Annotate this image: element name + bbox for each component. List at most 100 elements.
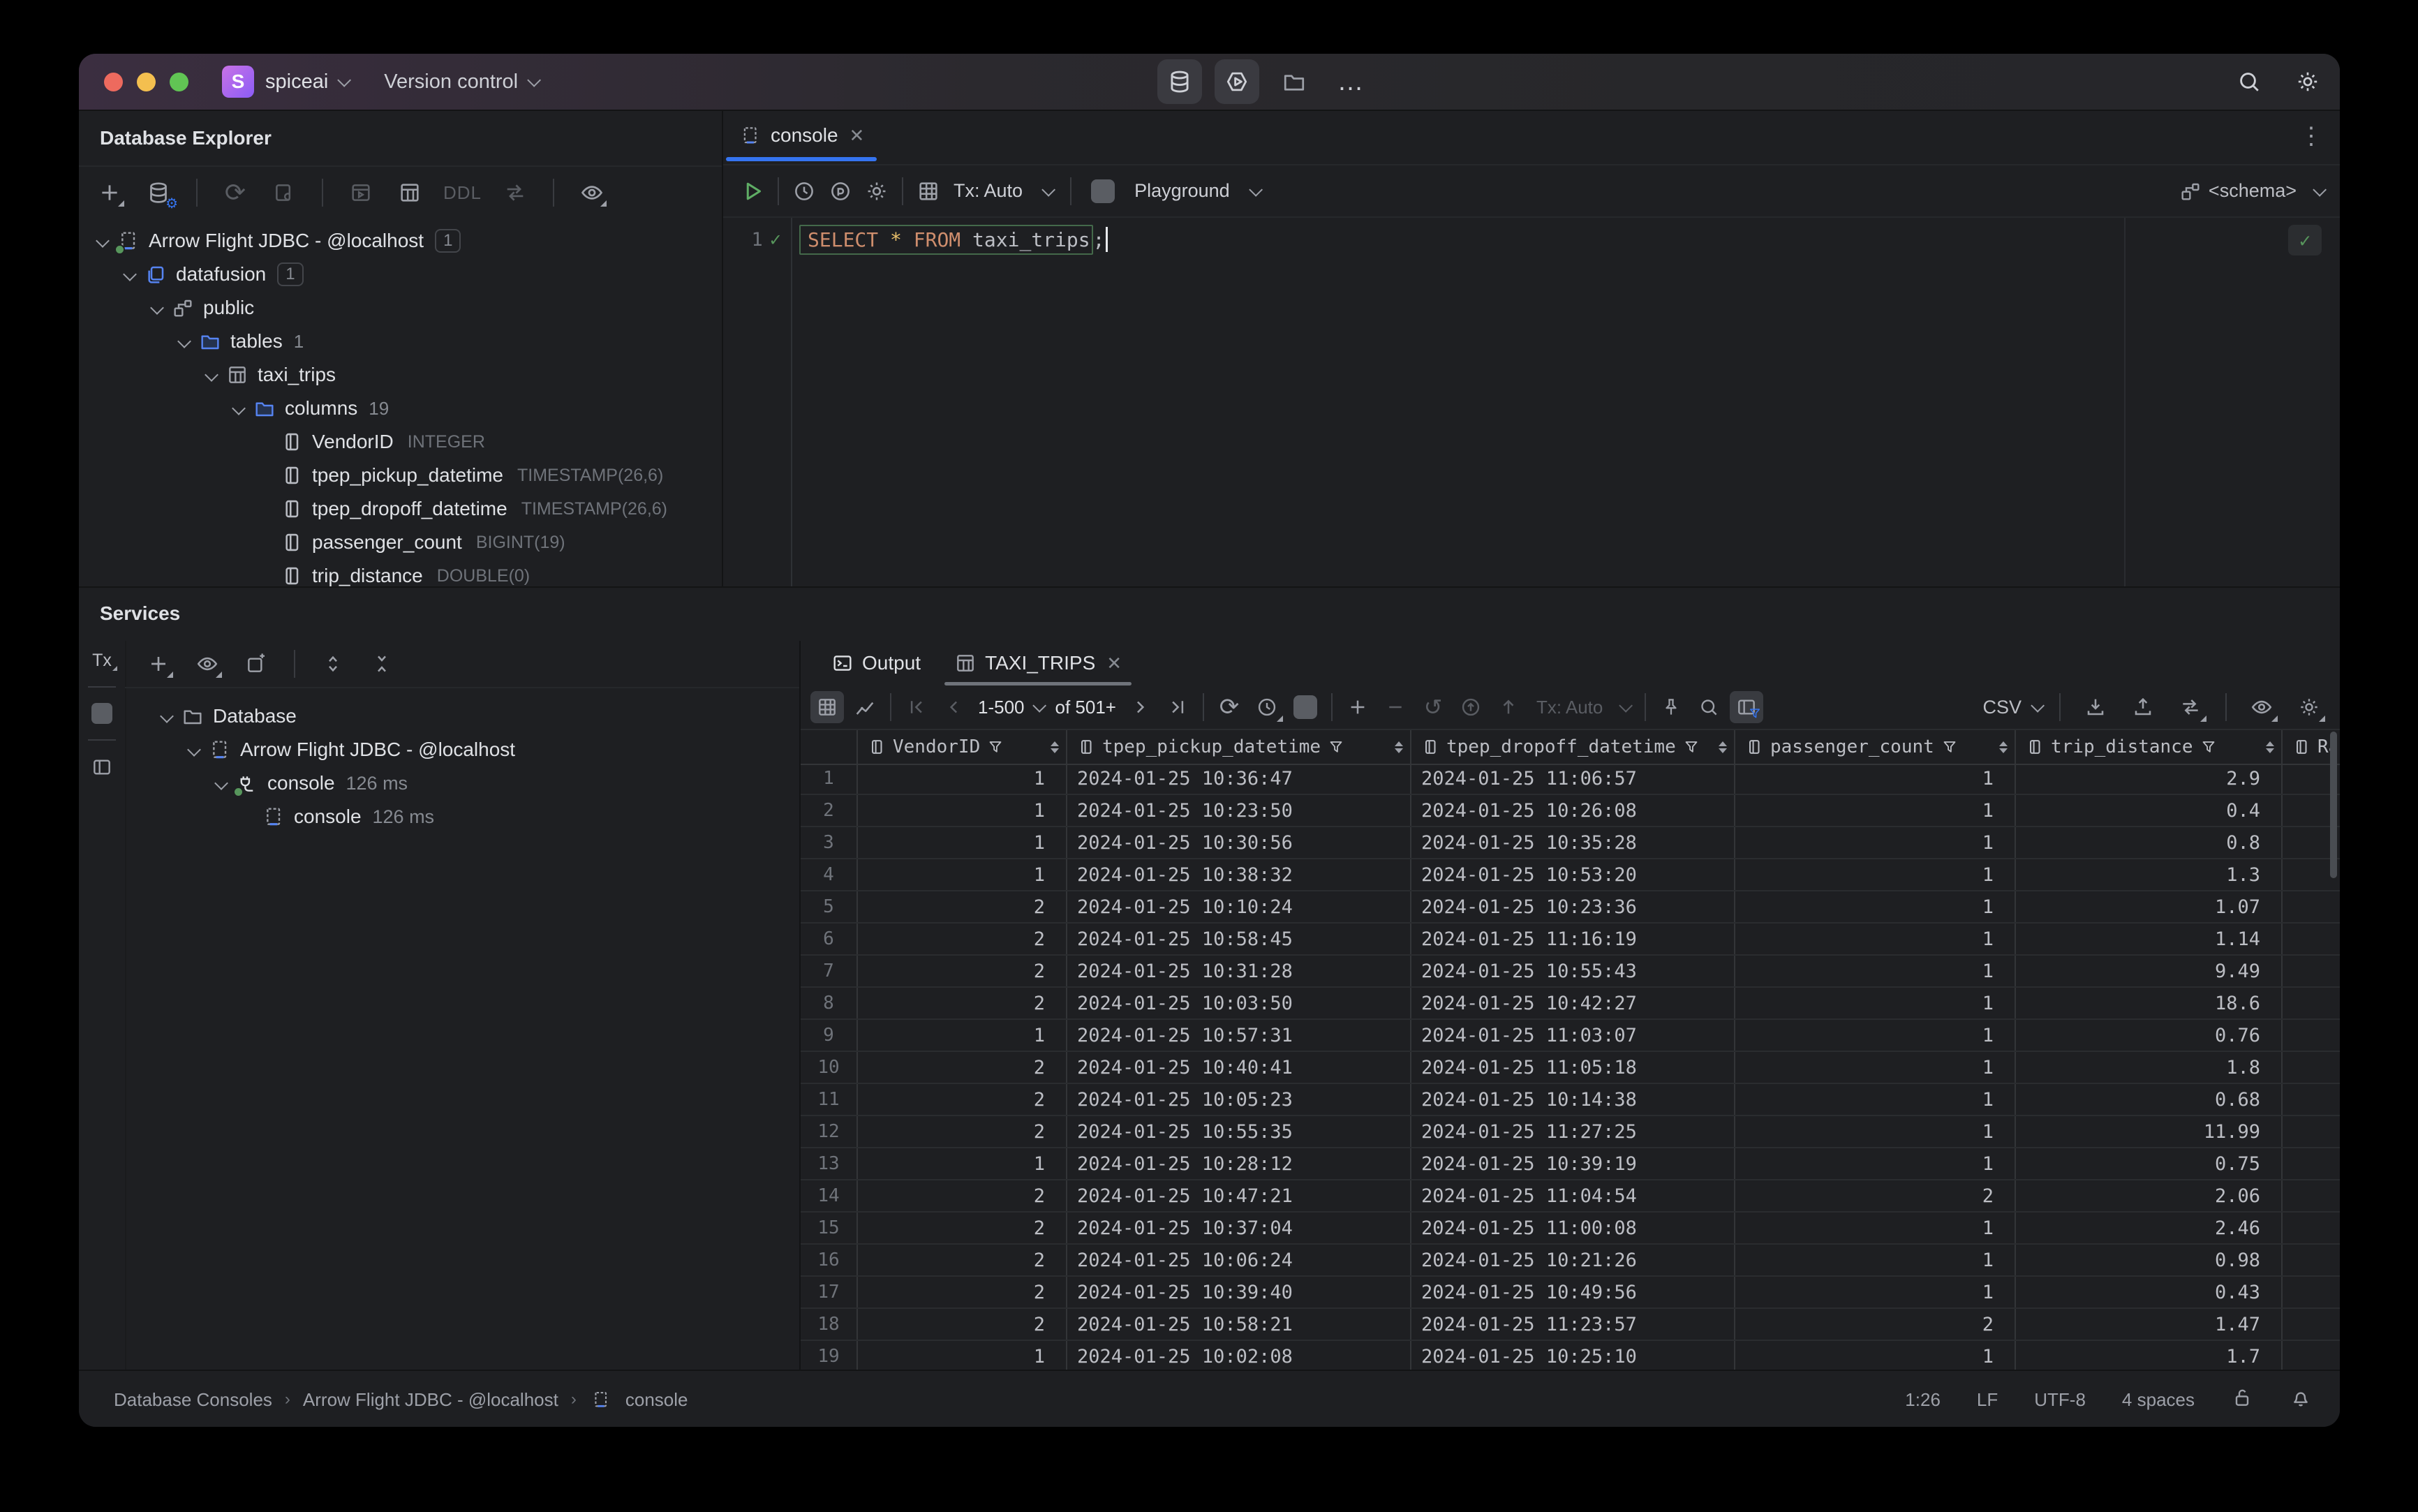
sort-icon[interactable]	[2266, 741, 2274, 753]
table-cell[interactable]: 1.3	[2016, 859, 2283, 890]
table-cell[interactable]	[2283, 1341, 2340, 1371]
table-row[interactable]: 6 2 2024-01-25 10:58:45 2024-01-25 11:16:19…	[801, 924, 2340, 956]
tab-output[interactable]: Output	[817, 641, 935, 685]
table-cell[interactable]: 2024-01-25 10:36:47	[1067, 763, 1411, 794]
table-row[interactable]: 17 2 2024-01-25 10:39:40 2024-01-25 10:49:5…	[801, 1277, 2340, 1309]
table-cell[interactable]	[2283, 988, 2340, 1018]
reload-page-button[interactable]: ⟳	[1212, 691, 1246, 723]
compare-button[interactable]	[500, 177, 531, 208]
last-page-button[interactable]	[1161, 691, 1194, 723]
table-cell[interactable]	[2283, 1148, 2340, 1179]
search-everywhere-button[interactable]	[2237, 69, 2262, 94]
filter-icon[interactable]	[2200, 739, 2217, 755]
table-cell[interactable]: 18.6	[2016, 988, 2283, 1018]
panel-layout-button[interactable]	[91, 756, 113, 782]
stop-strip-button[interactable]	[91, 703, 112, 724]
table-cell[interactable]: 1	[1735, 1084, 2016, 1115]
table-cell[interactable]: 2024-01-25 10:23:36	[1411, 891, 1735, 922]
column-header[interactable]: trip_distance	[2016, 730, 2283, 764]
table-row[interactable]: 13 1 2024-01-25 10:28:12 2024-01-25 10:39:1…	[801, 1148, 2340, 1180]
table-cell[interactable]: 2024-01-25 10:02:08	[1067, 1341, 1411, 1371]
page-range-select[interactable]: 1-500	[978, 697, 1025, 718]
table-cell[interactable]: 2	[858, 1309, 1067, 1340]
close-icon[interactable]: ✕	[850, 125, 865, 147]
table-cell[interactable]: 2024-01-25 10:23:50	[1067, 795, 1411, 826]
breadcrumb-item[interactable]: Arrow Flight JDBC - @localhost	[303, 1389, 558, 1411]
sort-icon[interactable]	[1051, 741, 1059, 753]
table-cell[interactable]	[2283, 924, 2340, 954]
table-cell[interactable]: 9.49	[2016, 956, 2283, 986]
tree-row-column[interactable]: passenger_count BIGINT(19)	[79, 526, 722, 559]
filter-icon[interactable]	[1328, 739, 1344, 755]
table-editor-button[interactable]	[394, 177, 425, 208]
close-window-button[interactable]	[104, 72, 123, 91]
table-cell[interactable]: 2	[858, 1116, 1067, 1147]
table-cell[interactable]: 2.46	[2016, 1213, 2283, 1243]
table-row[interactable]: 5 2 2024-01-25 10:10:24 2024-01-25 10:23:36…	[801, 891, 2340, 924]
table-cell[interactable]: 2	[858, 988, 1067, 1018]
table-cell[interactable]: 0.4	[2016, 795, 2283, 826]
table-cell[interactable]: 2	[858, 1213, 1067, 1243]
add-row-button[interactable]	[1341, 691, 1374, 723]
table-cell[interactable]: 1	[858, 859, 1067, 890]
tree-row-column[interactable]: tpep_dropoff_datetime TIMESTAMP(26,6)	[79, 492, 722, 526]
table-cell[interactable]: 2024-01-25 10:06:24	[1067, 1245, 1411, 1275]
table-cell[interactable]: 1	[1735, 795, 2016, 826]
table-cell[interactable]: 2024-01-25 11:23:57	[1411, 1309, 1735, 1340]
more-actions-button[interactable]: …	[1329, 59, 1374, 104]
row-number-cell[interactable]: 6	[801, 924, 858, 954]
code-line-1[interactable]: 1 ✓ SELECT * FROM taxi_trips ;	[723, 218, 2340, 258]
table-row[interactable]: 19 1 2024-01-25 10:02:08 2024-01-25 10:25:1…	[801, 1341, 2340, 1371]
database-tool-button[interactable]	[1157, 59, 1202, 104]
table-cell[interactable]: 2024-01-25 10:58:45	[1067, 924, 1411, 954]
table-row[interactable]: 15 2 2024-01-25 10:37:04 2024-01-25 11:00:0…	[801, 1213, 2340, 1245]
table-cell[interactable]: 1	[858, 1148, 1067, 1179]
download-button[interactable]	[2079, 691, 2112, 723]
row-number-cell[interactable]: 5	[801, 891, 858, 922]
tree-row-database[interactable]: datafusion 1	[79, 258, 722, 291]
tx-mode-select[interactable]: Tx: Auto	[1536, 697, 1603, 718]
disconnect-button[interactable]	[269, 177, 299, 208]
row-number-cell[interactable]: 13	[801, 1148, 858, 1179]
expand-all-button[interactable]	[318, 648, 348, 679]
table-cell[interactable]: 2024-01-25 10:35:28	[1411, 827, 1735, 858]
table-cell[interactable]: 2024-01-25 10:03:50	[1067, 988, 1411, 1018]
service-row-database[interactable]: Database	[125, 699, 799, 733]
table-row[interactable]: 2 1 2024-01-25 10:23:50 2024-01-25 10:26:08…	[801, 795, 2340, 827]
table-cell[interactable]: 1	[1735, 891, 2016, 922]
table-cell[interactable]: 2024-01-25 11:06:57	[1411, 763, 1735, 794]
table-row[interactable]: 12 2 2024-01-25 10:55:35 2024-01-25 11:27:2…	[801, 1116, 2340, 1148]
filter-panel-button[interactable]	[1730, 691, 1764, 723]
notifications-bell-icon[interactable]	[2290, 1386, 2312, 1414]
line-separator[interactable]: LF	[1977, 1389, 1998, 1411]
query-history-button[interactable]	[789, 176, 819, 207]
breadcrumb-item[interactable]: Database Consoles	[114, 1389, 272, 1411]
table-cell[interactable]: 0.76	[2016, 1020, 2283, 1051]
table-cell[interactable]: 0.68	[2016, 1084, 2283, 1115]
table-cell[interactable]: 1.8	[2016, 1052, 2283, 1083]
table-cell[interactable]: 1.07	[2016, 891, 2283, 922]
table-cell[interactable]: 1	[858, 1341, 1067, 1371]
table-cell[interactable]: 2024-01-25 10:37:04	[1067, 1213, 1411, 1243]
table-cell[interactable]: 1	[858, 795, 1067, 826]
tree-row-tables-folder[interactable]: tables 1	[79, 325, 722, 358]
settings-button[interactable]	[2295, 69, 2320, 94]
row-number-cell[interactable]: 8	[801, 988, 858, 1018]
table-row[interactable]: 1 1 2024-01-25 10:36:47 2024-01-25 11:06:57…	[801, 763, 2340, 795]
table-cell[interactable]: 2024-01-25 10:38:32	[1067, 859, 1411, 890]
column-header[interactable]: passenger_count	[1735, 730, 2016, 764]
table-cell[interactable]	[2283, 1213, 2340, 1243]
tx-strip-button[interactable]: Tx	[92, 651, 117, 671]
table-row[interactable]: 14 2 2024-01-25 10:47:21 2024-01-25 11:04:5…	[801, 1180, 2340, 1213]
table-cell[interactable]	[2283, 891, 2340, 922]
tx-mode-select[interactable]: Tx: Auto	[954, 180, 1023, 202]
table-row[interactable]: 10 2 2024-01-25 10:40:41 2024-01-25 11:05:1…	[801, 1052, 2340, 1084]
table-cell[interactable]: 1.7	[2016, 1341, 2283, 1371]
table-cell[interactable]: 1	[1735, 1277, 2016, 1307]
table-cell[interactable]: 2	[858, 1277, 1067, 1307]
table-cell[interactable]: 1	[858, 827, 1067, 858]
table-row[interactable]: 16 2 2024-01-25 10:06:24 2024-01-25 10:21:2…	[801, 1245, 2340, 1277]
breadcrumb-item[interactable]: console	[625, 1389, 688, 1411]
settings-icon-button[interactable]	[861, 176, 892, 207]
service-row-console-session[interactable]: console 126 ms	[125, 766, 799, 800]
